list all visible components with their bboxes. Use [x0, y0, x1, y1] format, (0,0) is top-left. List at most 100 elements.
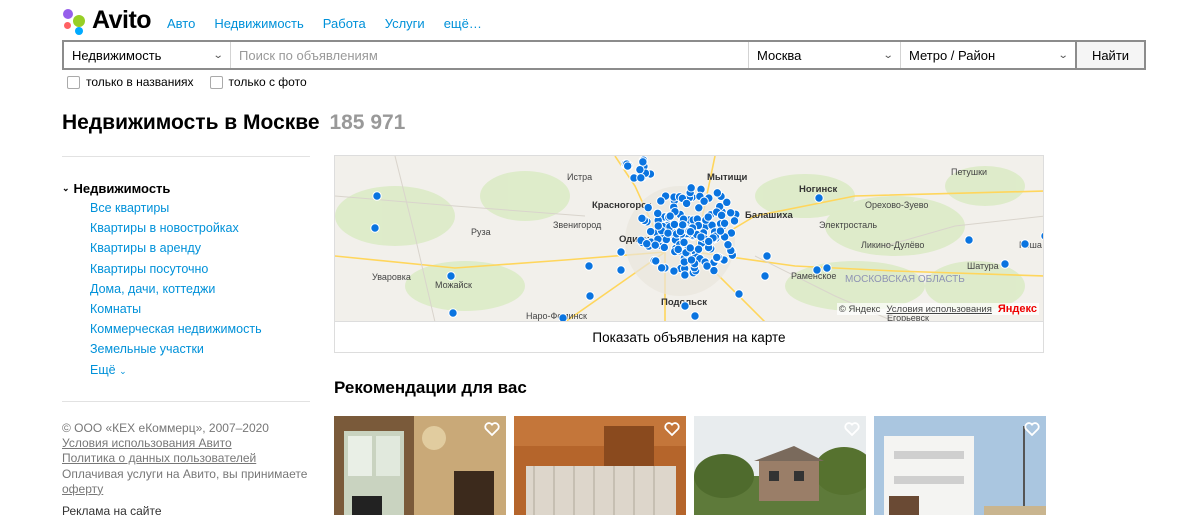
- map-marker[interactable]: [699, 196, 709, 206]
- map-marker[interactable]: [616, 247, 626, 257]
- map-marker[interactable]: [1040, 231, 1044, 241]
- map-marker[interactable]: [665, 211, 675, 221]
- map-marker[interactable]: [686, 183, 696, 193]
- map-marker[interactable]: [1020, 239, 1030, 249]
- recommendation-card[interactable]: [514, 416, 686, 515]
- map-marker[interactable]: [677, 220, 688, 230]
- category-select[interactable]: Недвижимость ⌄: [64, 42, 231, 68]
- map-marker[interactable]: [762, 251, 772, 261]
- sidebar-item-commercial[interactable]: Коммерческая недвижимость: [90, 322, 262, 336]
- map-marker[interactable]: [585, 291, 595, 301]
- nav-services[interactable]: Услуги: [385, 16, 425, 31]
- map-marker[interactable]: [693, 244, 704, 254]
- map-marker[interactable]: [734, 289, 744, 299]
- map-marker[interactable]: [712, 252, 722, 263]
- map-marker[interactable]: [650, 240, 660, 250]
- nav-auto[interactable]: Авто: [167, 16, 195, 31]
- map-marker[interactable]: [712, 188, 723, 198]
- map-marker[interactable]: [448, 308, 458, 318]
- map-marker[interactable]: [636, 173, 646, 183]
- map-marker[interactable]: [722, 197, 732, 208]
- heart-icon[interactable]: [1024, 422, 1040, 436]
- map-marker[interactable]: [372, 191, 382, 201]
- map-marker[interactable]: [651, 256, 661, 266]
- sidebar-item-all-flats[interactable]: Все квартиры: [90, 201, 169, 215]
- map-marker[interactable]: [703, 236, 714, 247]
- map-marker[interactable]: [656, 196, 666, 206]
- map-marker[interactable]: [659, 242, 670, 253]
- search-button[interactable]: Найти: [1077, 42, 1144, 68]
- recommendation-card[interactable]: [874, 416, 1046, 515]
- map-marker[interactable]: [680, 301, 690, 311]
- avito-logo[interactable]: Avito: [62, 6, 152, 35]
- map-marker[interactable]: [719, 218, 730, 229]
- heart-icon[interactable]: [484, 422, 500, 436]
- map-marker[interactable]: [729, 216, 740, 226]
- map-marker[interactable]: [760, 271, 770, 281]
- map-marker[interactable]: [681, 198, 692, 209]
- map-marker[interactable]: [638, 157, 648, 167]
- map-marker[interactable]: [725, 208, 736, 218]
- only-photo-checkbox[interactable]: только с фото: [209, 75, 307, 89]
- privacy-link[interactable]: Политика о данных пользователей: [62, 451, 322, 466]
- recommendation-card[interactable]: [334, 416, 506, 515]
- map-marker[interactable]: [645, 226, 656, 237]
- map-marker[interactable]: [812, 265, 822, 275]
- city-select[interactable]: Москва ⌄: [749, 42, 901, 68]
- nav-realty[interactable]: Недвижимость: [214, 16, 303, 31]
- recommendation-card[interactable]: [694, 416, 866, 515]
- map-marker[interactable]: [690, 311, 700, 321]
- only-titles-checkbox[interactable]: только в названиях: [67, 75, 194, 89]
- sidebar-item-more[interactable]: Ещё ⌄: [90, 363, 127, 377]
- ads-link[interactable]: Реклама на сайте: [62, 504, 162, 515]
- map-marker[interactable]: [616, 265, 626, 275]
- offer-link[interactable]: оферту: [62, 482, 322, 497]
- map-marker[interactable]: [1000, 259, 1010, 269]
- sidebar-item-rooms[interactable]: Комнаты: [90, 302, 141, 316]
- checkbox-box[interactable]: [209, 75, 223, 89]
- map-marker[interactable]: [669, 266, 679, 276]
- map-marker[interactable]: [642, 239, 652, 249]
- map-marker[interactable]: [584, 261, 594, 271]
- search-input[interactable]: Поиск по объявлениям: [231, 42, 749, 68]
- map-marker[interactable]: [702, 261, 712, 271]
- map-marker[interactable]: [370, 223, 380, 233]
- map-marker[interactable]: [716, 210, 727, 221]
- map-marker[interactable]: [685, 226, 696, 237]
- nav-jobs[interactable]: Работа: [323, 16, 366, 31]
- map-marker[interactable]: [635, 164, 645, 175]
- show-on-map-button[interactable]: Показать объявления на карте: [334, 321, 1044, 353]
- map-marker[interactable]: [723, 240, 733, 250]
- heart-icon[interactable]: [844, 422, 860, 436]
- sidebar-category-heading[interactable]: ⌄ Недвижимость: [62, 181, 170, 196]
- map-marker[interactable]: [814, 193, 824, 203]
- heart-icon[interactable]: [664, 422, 680, 436]
- map-marker[interactable]: [673, 244, 683, 255]
- map-marker[interactable]: [622, 161, 633, 171]
- map-marker[interactable]: [637, 213, 647, 224]
- terms-link[interactable]: Условия использования Авито: [62, 436, 322, 451]
- listings-map[interactable]: Истра Мытищи Ногинск Петушки Красногорск…: [334, 155, 1044, 321]
- map-marker[interactable]: [656, 263, 667, 273]
- sidebar-item-land[interactable]: Земельные участки: [90, 342, 204, 356]
- map-marker[interactable]: [685, 243, 695, 253]
- map-marker[interactable]: [558, 313, 568, 321]
- map-marker[interactable]: [703, 212, 713, 222]
- map-marker[interactable]: [446, 271, 456, 281]
- sidebar-item-rent[interactable]: Квартиры в аренду: [90, 241, 201, 255]
- map-marker[interactable]: [964, 235, 974, 245]
- map-marker[interactable]: [696, 232, 706, 242]
- metro-select[interactable]: Метро / Район ⌄: [901, 42, 1077, 68]
- checkbox-box[interactable]: [67, 75, 80, 89]
- map-marker[interactable]: [653, 208, 663, 219]
- sidebar-item-houses[interactable]: Дома, дачи, коттеджи: [90, 282, 215, 296]
- map-marker[interactable]: [669, 219, 680, 230]
- map-marker[interactable]: [680, 270, 690, 280]
- map-marker[interactable]: [663, 228, 673, 238]
- map-marker[interactable]: [822, 263, 832, 273]
- map-marker[interactable]: [715, 226, 726, 236]
- sidebar-item-new-buildings[interactable]: Квартиры в новостройках: [90, 221, 239, 235]
- map-terms-link[interactable]: Условия использования: [886, 304, 991, 315]
- map-marker[interactable]: [643, 202, 653, 213]
- map-marker[interactable]: [686, 255, 697, 265]
